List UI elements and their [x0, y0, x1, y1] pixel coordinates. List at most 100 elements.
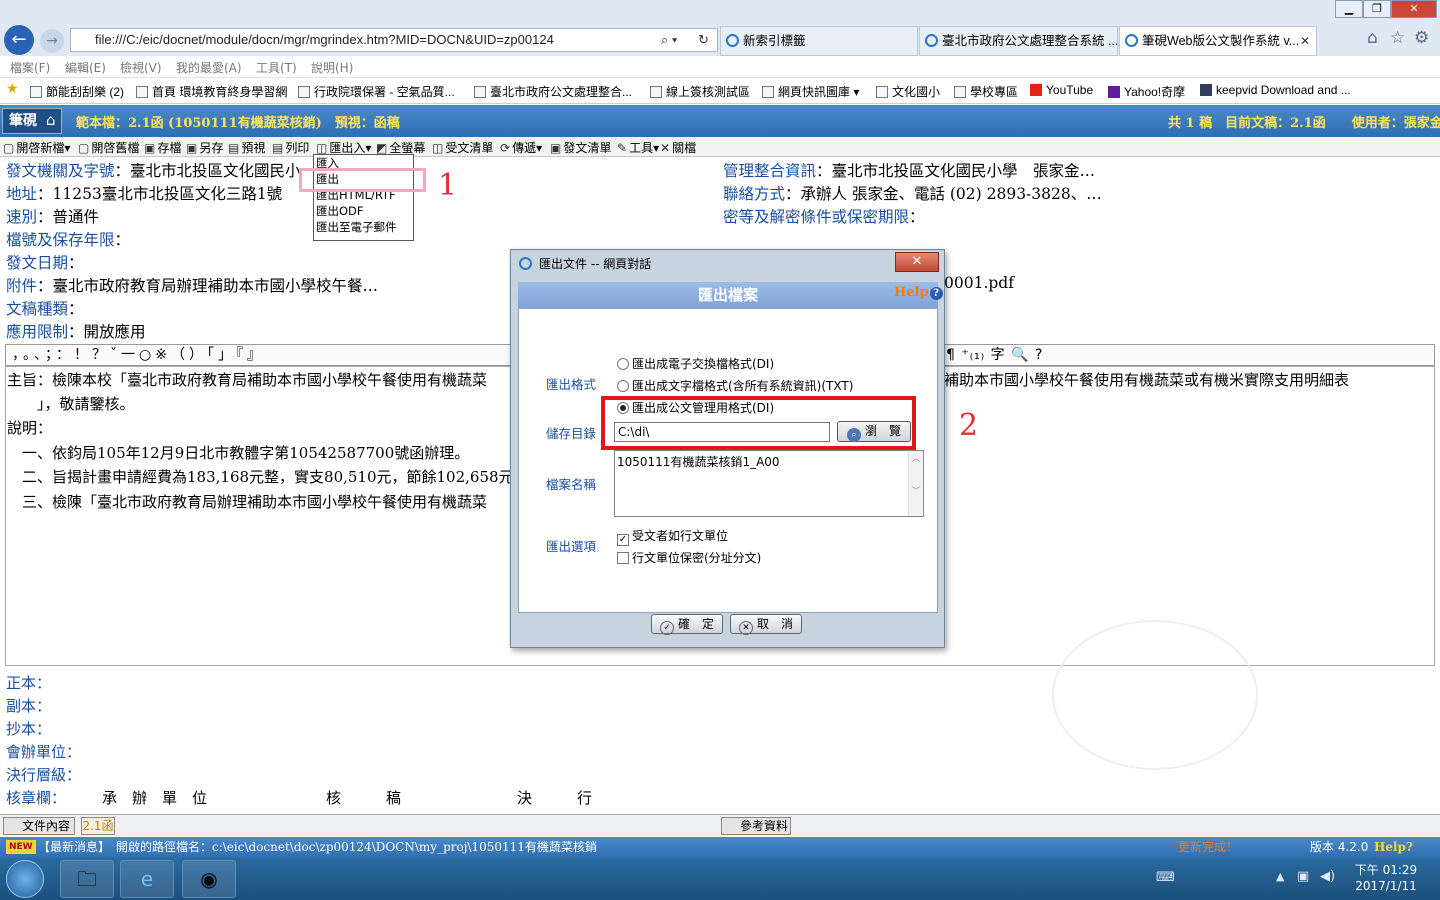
fav-item[interactable]: keepvid Download and ... [1200, 83, 1351, 97]
template-info: 範本檔：2.1函 (1050111有機蔬菜核銷) 預視：函稿 [76, 116, 400, 131]
tools-button[interactable]: ✎ 工具▾ [617, 139, 659, 156]
field-issuer[interactable]: 發文機關及字號：臺北市北投區文化國民小 [6, 159, 301, 181]
fav-item[interactable]: 文化國小 [876, 83, 940, 100]
format-option-di-exchange[interactable]: 匯出成電子交換檔格式(DI) [617, 355, 774, 372]
field-attachment[interactable]: 附件：臺北市政府教育局辦理補助本市國小學校午餐… [6, 274, 378, 296]
page-icon [136, 86, 148, 98]
tab-new[interactable]: 新索引標籤 [720, 26, 918, 56]
keyboard-icon[interactable]: ⌨ [1156, 870, 1175, 885]
search-icon[interactable]: ⌕ ▾ [661, 29, 677, 51]
ok-button[interactable]: ✓ 確 定 [651, 614, 723, 635]
dispatch-list-button[interactable]: ▣ 發文清單 [550, 139, 611, 156]
field-usage-limit[interactable]: 應用限制：開放應用 [6, 320, 146, 342]
option-unit-confidential[interactable]: 行文單位保密(分址分文) [617, 549, 761, 566]
menu-favorites[interactable]: 我的最愛(A) [176, 59, 242, 76]
address-bar[interactable]: file:///C:/eic/docnet/module/docn/mgr/mg… [70, 28, 718, 52]
format-tools[interactable]: ¶ ⁺₍₁₎ 字 🔍 ? [946, 345, 1043, 365]
menu-tools[interactable]: 工具(T) [256, 59, 297, 76]
open-file-button[interactable]: ▢ 開啓舊檔 [78, 139, 139, 156]
preview-button[interactable]: ▤ 預視 [228, 139, 265, 156]
menu-export-email[interactable]: 匯出至電子郵件 [316, 219, 413, 235]
menu-export-odf[interactable]: 匯出ODF [316, 203, 413, 219]
system-clock[interactable]: 下午 01:29 2017/1/11 [1346, 862, 1426, 894]
new-file-button[interactable]: ▢ 開啓新檔▾ [3, 139, 70, 156]
option-recipient-as-unit[interactable]: ✓ 受文者如行文單位 [617, 527, 728, 546]
page-icon [474, 86, 486, 98]
attachment-filename: 0001.pdf [944, 274, 1014, 292]
close-window-button[interactable]: ✕ [1391, 0, 1437, 18]
fav-item[interactable]: 網頁快訊圖庫 ▾ [762, 83, 859, 100]
filename-textarea[interactable]: 1050111有機蔬菜核銷1_A00 [614, 450, 924, 517]
cancel-button[interactable]: ✕ 取 消 [730, 614, 802, 635]
print-button[interactable]: ▤ 列印 [272, 139, 309, 156]
field-copy[interactable]: 副本： [6, 695, 51, 716]
menu-help[interactable]: 說明(H) [311, 59, 353, 76]
field-file-number[interactable]: 檔號及保存年限： [6, 228, 130, 250]
annotation-number-2: 2 [959, 408, 979, 443]
field-signature[interactable]: 核章欄： [6, 787, 66, 808]
chrome-icon[interactable]: ◉ [182, 860, 236, 898]
ie-taskbar-icon[interactable]: e [120, 860, 174, 898]
annotation-number-1: 1 [438, 168, 458, 203]
home-icon[interactable]: ⌂ [46, 111, 56, 129]
tab-taipei-system[interactable]: 臺北市政府公文處理整合系統 ... [919, 26, 1118, 56]
field-approval-level[interactable]: 決行層級： [6, 764, 81, 785]
explorer-icon[interactable]: 🗀 [60, 860, 114, 898]
field-co-unit[interactable]: 會辦單位： [6, 741, 81, 762]
body-line: 一、依鈞局105年12月9日北市教體字第10542587700號函辦理。 [7, 444, 470, 462]
tab-bizyan[interactable]: 筆硯Web版公文製作系統 v... ✕ [1119, 26, 1317, 56]
save-button[interactable]: ▣ 存檔 [144, 139, 181, 156]
field-security-level[interactable]: 密等及解密條件或保密期限： [723, 205, 925, 227]
save-as-button[interactable]: ▣ 另存 [186, 139, 223, 156]
fav-item[interactable]: 行政院環保署 - 空氣品質... [298, 83, 455, 100]
fav-item[interactable]: 首頁 環境教育終身學習網 [136, 83, 287, 100]
field-issue-date[interactable]: 發文日期： [6, 251, 84, 273]
reference-button[interactable]: 參考資料 [721, 817, 791, 835]
field-address[interactable]: 地址：11253臺北市北投區文化三路1號 [6, 182, 282, 204]
textarea-scrollbar[interactable]: ︿ ﹀ [908, 451, 923, 516]
tab-document-content[interactable]: 文件內容 [3, 817, 75, 835]
tab-letter[interactable]: 2.1函 [81, 817, 115, 835]
recipient-list-button[interactable]: ◫ 受文清單 [432, 139, 493, 156]
forward-button[interactable]: → [40, 29, 64, 53]
fav-item[interactable]: 臺北市政府公文處理整合... [474, 83, 632, 100]
tray-expand-icon[interactable]: ▲ [1276, 870, 1284, 883]
close-file-button[interactable]: ✕ 關檔 [660, 139, 696, 156]
news-text: 【最新消息】 開啟的路徑檔名：c:\eic\docnet\doc\zp00124… [38, 840, 597, 854]
start-button[interactable] [6, 860, 44, 898]
transfer-button[interactable]: ⟳ 傳遞▾ [500, 139, 542, 156]
minimize-button[interactable]: ▁ [1335, 0, 1363, 18]
menu-edit[interactable]: 編輯(E) [65, 59, 106, 76]
gear-icon[interactable]: ⚙ [1414, 28, 1429, 48]
dialog-close-button[interactable]: ✕ [895, 252, 939, 272]
fav-item[interactable]: 學校專區 [954, 83, 1018, 100]
menu-view[interactable]: 檢視(V) [120, 59, 162, 76]
body-line: 三、檢陳「臺北市政府教育局辦理補助本市國小學校午餐使用有機蔬菜 [7, 493, 488, 511]
page-icon [650, 86, 662, 98]
format-option-txt[interactable]: 匯出成文字檔格式(含所有系統資訊)(TXT) [617, 377, 853, 394]
field-original[interactable]: 正本： [6, 672, 51, 693]
volume-icon[interactable]: ◀) [1320, 869, 1335, 884]
field-management-info[interactable]: 管理整合資訊：臺北市北投區文化國民小學 張家金… [723, 159, 1095, 181]
maximize-button[interactable]: ❐ [1363, 0, 1391, 18]
fav-item[interactable]: 節能刮刮樂 (2) [30, 83, 124, 100]
field-doc-type[interactable]: 文稿種類： [6, 297, 84, 319]
field-transcript[interactable]: 抄本： [6, 718, 51, 739]
menu-file[interactable]: 檔案(F) [10, 59, 50, 76]
field-contact[interactable]: 聯絡方式：承辦人 張家金、電話 (02) 2893-3828、… [723, 182, 1102, 204]
fav-item[interactable]: Yahoo!奇摩 [1108, 83, 1185, 100]
favorites-star-icon[interactable]: ☆ [1390, 28, 1405, 48]
close-tab-icon[interactable]: ✕ [1300, 27, 1310, 55]
windows-taskbar: 🗀 e ◉ ⌨ ▲ ▣ ◀) 下午 01:29 2017/1/11 [0, 858, 1440, 900]
home-icon[interactable]: ⌂ [1367, 28, 1378, 48]
help-icon[interactable]: Help? [894, 285, 943, 300]
fav-item[interactable]: YouTube [1030, 83, 1093, 97]
refresh-icon[interactable]: ↻ [698, 29, 709, 51]
annotation-box-1 [299, 168, 426, 192]
back-button[interactable]: ← [4, 25, 34, 55]
favorites-star-icon[interactable]: ★ [6, 81, 19, 97]
fav-item[interactable]: 線上簽核測試區 [650, 83, 750, 100]
network-icon[interactable]: ▣ [1297, 869, 1309, 884]
help-link[interactable]: Help? [1374, 837, 1413, 858]
field-speed[interactable]: 速別：普通件 [6, 205, 99, 227]
